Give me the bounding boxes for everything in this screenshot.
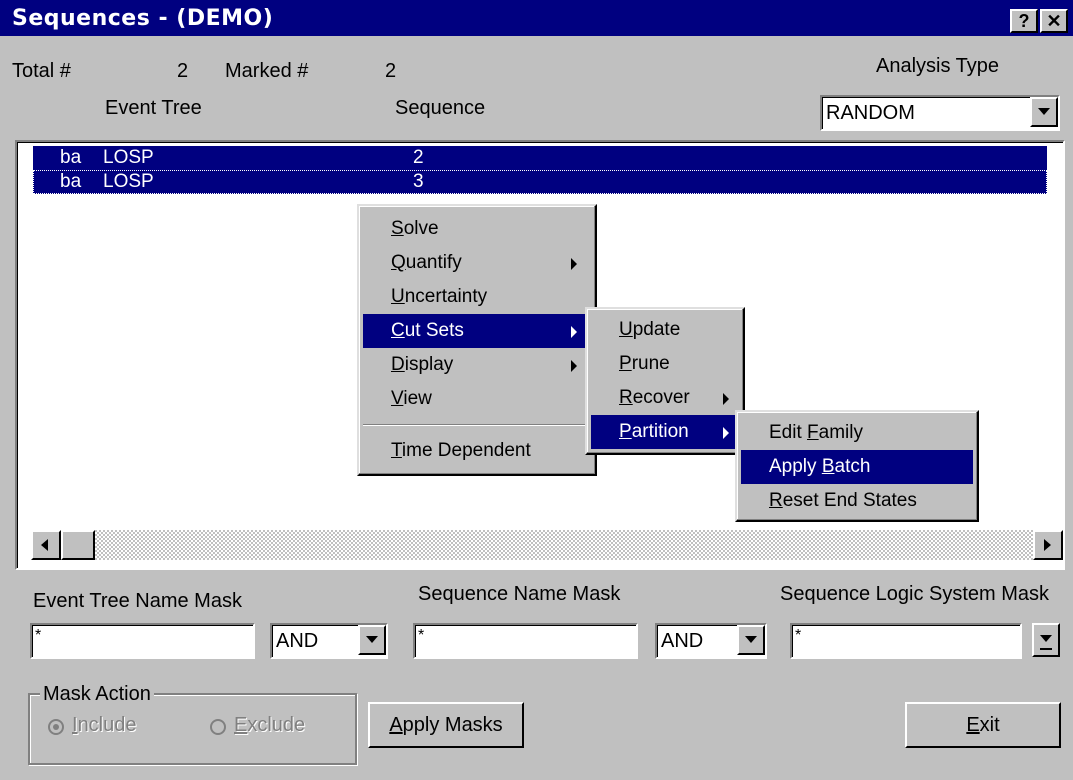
arrow-right-icon (1044, 539, 1051, 551)
list-item-prefix: ba (60, 171, 82, 192)
include-label: Include (72, 714, 137, 736)
analysis-type-label: Analysis Type (876, 55, 1000, 77)
menu-item-display[interactable]: Display (363, 348, 591, 382)
analysis-type-dropdown-button[interactable] (1030, 97, 1058, 127)
apply-masks-button[interactable]: Apply Masks (368, 702, 524, 748)
event-tree-mask-value: * (35, 627, 42, 644)
menu-item-cut-sets[interactable]: Cut Sets (363, 314, 591, 348)
submenu-arrow-icon (571, 258, 577, 270)
menu-item-apply-batch[interactable]: Apply Batch (741, 450, 973, 484)
exclude-label: Exclude (234, 714, 306, 736)
context-menu: Solve Quantify Uncertainty Cut Sets Disp… (357, 204, 597, 476)
sequence-column-header: Sequence (395, 97, 486, 119)
analysis-type-select[interactable]: RANDOM (820, 95, 1060, 131)
menu-item-reset-end-states[interactable]: Reset End States (741, 484, 973, 518)
menu-item-time-dependent[interactable]: Time Dependent (363, 434, 591, 468)
marked-label: Marked # (225, 60, 309, 82)
operator-select-2[interactable]: AND (655, 623, 767, 659)
menu-item-edit-family[interactable]: Edit Family (741, 416, 973, 450)
list-item-prefix: ba (60, 147, 82, 168)
list-item-sequence: 2 (413, 147, 424, 168)
scroll-left-button[interactable] (31, 530, 61, 560)
chevron-down-icon (1038, 108, 1050, 115)
mask-action-label: Mask Action (40, 683, 154, 706)
cut-sets-submenu: Update Prune Recover Partition (585, 307, 745, 455)
logic-mask-input[interactable]: * (790, 623, 1022, 659)
help-button[interactable]: ? (1010, 9, 1038, 33)
submenu-arrow-icon (723, 393, 729, 405)
logic-mask-value: * (795, 627, 802, 644)
window-title: Sequences - (DEMO) (12, 6, 274, 31)
chevron-down-icon (366, 636, 378, 643)
scroll-right-button[interactable] (1033, 530, 1063, 560)
submenu-arrow-icon (571, 360, 577, 372)
include-radio[interactable] (48, 719, 64, 735)
list-item-sequence: 3 (413, 171, 424, 192)
close-button[interactable]: ✕ (1040, 9, 1068, 33)
submenu-arrow-icon (723, 427, 729, 439)
menu-item-uncertainty[interactable]: Uncertainty (363, 280, 591, 314)
list-item[interactable]: ba LOSP 2 (33, 146, 1047, 170)
event-tree-mask-label: Event Tree Name Mask (33, 590, 242, 612)
menu-separator (363, 424, 591, 426)
list-item-event-tree: LOSP (103, 171, 154, 192)
horizontal-scrollbar[interactable] (31, 530, 1057, 560)
menu-item-prune[interactable]: Prune (591, 347, 739, 381)
event-tree-mask-input[interactable]: * (30, 623, 255, 659)
list-item-event-tree: LOSP (103, 147, 154, 168)
menu-item-quantify[interactable]: Quantify (363, 246, 591, 280)
partition-submenu: Edit Family Apply Batch Reset End States (735, 410, 979, 522)
list-item[interactable]: ba LOSP 3 (33, 170, 1047, 194)
logic-mask-label: Sequence Logic System Mask (780, 583, 1050, 605)
total-label: Total # (12, 60, 71, 82)
arrow-left-icon (41, 539, 48, 551)
exit-button[interactable]: Exit (905, 702, 1061, 748)
menu-item-update[interactable]: Update (591, 313, 739, 347)
sequence-mask-value: * (418, 627, 425, 644)
menu-item-partition[interactable]: Partition (591, 415, 739, 449)
marked-value: 2 (385, 60, 397, 82)
operator-dropdown-button-1[interactable] (358, 625, 386, 655)
down-arrow-bar-icon (1040, 648, 1052, 650)
exclude-radio[interactable] (210, 719, 226, 735)
logic-mask-dropdown-button[interactable] (1032, 623, 1060, 657)
submenu-arrow-icon (571, 326, 577, 338)
sequence-mask-input[interactable]: * (413, 623, 638, 659)
radio-dot-icon (53, 724, 59, 730)
analysis-type-value: RANDOM (826, 102, 915, 124)
chevron-down-icon (1040, 635, 1052, 642)
operator-value-1: AND (276, 630, 319, 652)
scroll-thumb[interactable] (61, 530, 95, 560)
chevron-down-icon (745, 636, 757, 643)
total-value: 2 (177, 60, 189, 82)
menu-item-recover[interactable]: Recover (591, 381, 739, 415)
event-tree-column-header: Event Tree (105, 97, 202, 119)
operator-select-1[interactable]: AND (270, 623, 388, 659)
operator-value-2: AND (661, 630, 704, 652)
menu-item-solve[interactable]: Solve (363, 212, 591, 246)
sequence-mask-label: Sequence Name Mask (418, 583, 621, 605)
menu-item-view[interactable]: View (363, 382, 591, 416)
operator-dropdown-button-2[interactable] (737, 625, 765, 655)
